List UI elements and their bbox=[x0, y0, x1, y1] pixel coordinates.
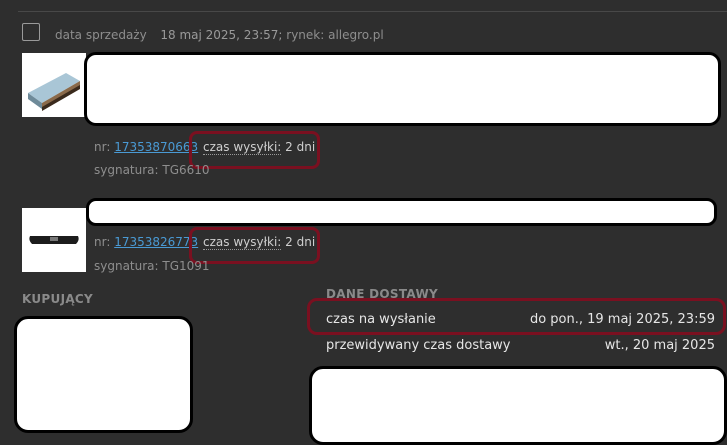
sale-market: rynek: allegro.pl bbox=[286, 28, 384, 42]
expected-delivery-value: wt., 20 maj 2025 bbox=[604, 338, 715, 353]
knife-sharpener-image bbox=[29, 236, 79, 244]
item-title-redacted bbox=[84, 52, 721, 126]
select-order-checkbox[interactable] bbox=[22, 23, 40, 41]
expected-delivery-label: przewidywany czas dostawy bbox=[326, 338, 511, 353]
buyer-details-redacted bbox=[14, 316, 193, 433]
highlight-box bbox=[307, 298, 726, 335]
item-number-row: nr: 17353870663 bbox=[94, 140, 198, 154]
item-number-row: nr: 17353826773 bbox=[94, 235, 198, 249]
item-nr-link[interactable]: 17353826773 bbox=[114, 235, 198, 249]
item-nr-link[interactable]: 17353870663 bbox=[114, 140, 198, 154]
product-image[interactable] bbox=[22, 53, 86, 117]
sale-info: data sprzedaży 18 maj 2025, 23:57; rynek… bbox=[55, 28, 384, 42]
sale-date: 18 maj 2025, 23:57; bbox=[160, 28, 283, 42]
item-nr-label: nr: bbox=[94, 235, 111, 249]
item-signature: sygnatura: TG1091 bbox=[94, 259, 210, 273]
divider bbox=[18, 11, 727, 12]
sale-date-label: data sprzedaży bbox=[55, 28, 147, 42]
sharpening-stone-image bbox=[28, 73, 80, 111]
buyer-heading: KUPUJĄCY bbox=[22, 292, 94, 306]
delivery-address-redacted bbox=[309, 366, 727, 445]
item-nr-label: nr: bbox=[94, 140, 111, 154]
product-image[interactable] bbox=[22, 208, 86, 272]
item-signature: sygnatura: TG6610 bbox=[94, 163, 210, 177]
item-title-redacted bbox=[86, 198, 717, 226]
